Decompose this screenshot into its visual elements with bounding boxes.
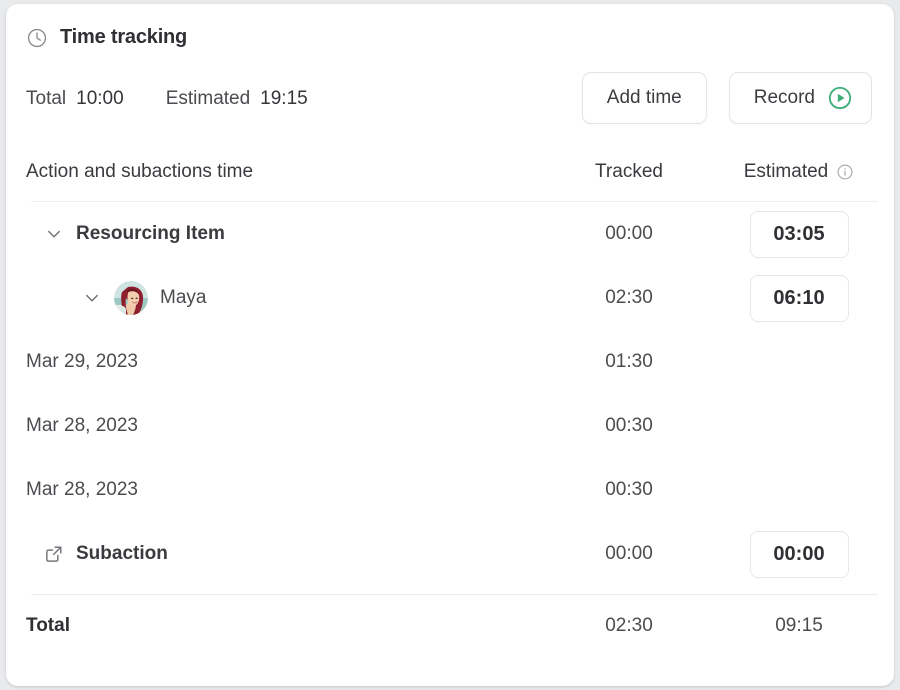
row-tracked-value: 02:30 bbox=[605, 287, 653, 308]
row-estimated-cell: 03:05 bbox=[704, 210, 894, 258]
row-label: Mar 29, 2023 bbox=[26, 351, 138, 372]
row-action-cell: Resourcing Item bbox=[26, 223, 554, 245]
external-link-icon[interactable] bbox=[43, 543, 65, 565]
summary-line: Total 10:00 Estimated 19:15 bbox=[26, 88, 308, 110]
table-row[interactable]: Subaction 00:00 00:00 bbox=[6, 522, 894, 586]
row-label: Maya bbox=[160, 287, 207, 308]
row-action-cell: Mar 28, 2023 bbox=[26, 415, 554, 437]
page-title: Time tracking bbox=[60, 26, 188, 48]
add-time-button[interactable]: Add time bbox=[581, 72, 707, 124]
table-row[interactable]: Mar 29, 2023 01:30 bbox=[6, 330, 894, 394]
info-icon[interactable] bbox=[836, 163, 854, 181]
avatar bbox=[114, 281, 148, 315]
column-header-tracked: Tracked bbox=[595, 161, 663, 182]
chevron-down-icon[interactable] bbox=[81, 287, 103, 309]
row-label: Resourcing Item bbox=[76, 223, 225, 244]
summary-estimated-value: 19:15 bbox=[260, 88, 308, 109]
total-row: Total 02:30 09:15 bbox=[6, 595, 894, 657]
add-time-label: Add time bbox=[606, 87, 682, 108]
column-header-action: Action and subactions time bbox=[26, 161, 254, 182]
table-row[interactable]: Mar 28, 2023 00:30 bbox=[6, 394, 894, 458]
row-estimated-cell: 00:00 bbox=[704, 530, 894, 578]
row-label: Mar 28, 2023 bbox=[26, 415, 138, 436]
row-tracked-value: 01:30 bbox=[605, 351, 653, 372]
record-button[interactable]: Record bbox=[728, 72, 872, 124]
table-row[interactable]: Resourcing Item 00:00 03:05 bbox=[6, 202, 894, 266]
record-label: Record bbox=[753, 87, 815, 108]
time-entries-table: Action and subactions time Tracked Estim… bbox=[6, 152, 894, 657]
table-row[interactable]: Mar 28, 2023 00:30 bbox=[6, 458, 894, 522]
summary-total-label: Total bbox=[26, 88, 67, 109]
estimated-input[interactable]: 00:00 bbox=[749, 530, 849, 578]
estimated-input[interactable]: 06:10 bbox=[749, 274, 849, 322]
row-label: Mar 28, 2023 bbox=[26, 479, 138, 500]
total-estimated-value: 09:15 bbox=[775, 615, 823, 636]
row-tracked-value: 00:00 bbox=[605, 543, 653, 564]
row-action-cell: Mar 28, 2023 bbox=[26, 479, 554, 501]
column-header-estimated: Estimated bbox=[704, 161, 894, 183]
row-action-cell: Mar 29, 2023 bbox=[26, 351, 554, 373]
row-tracked-value: 00:30 bbox=[605, 479, 653, 500]
total-tracked-value: 02:30 bbox=[605, 615, 653, 636]
total-label: Total bbox=[26, 615, 70, 636]
chevron-down-icon[interactable] bbox=[43, 223, 65, 245]
column-header-estimated-label: Estimated bbox=[743, 161, 829, 182]
row-estimated-cell: 06:10 bbox=[704, 274, 894, 322]
row-tracked-value: 00:30 bbox=[605, 415, 653, 436]
row-label: Subaction bbox=[76, 543, 168, 564]
circle-play-icon bbox=[827, 85, 853, 111]
summary-estimated-label: Estimated bbox=[165, 88, 251, 109]
estimated-input[interactable]: 03:05 bbox=[749, 210, 849, 258]
clock-icon bbox=[26, 27, 48, 49]
row-action-cell: Subaction bbox=[26, 543, 554, 565]
panel-header: Time tracking bbox=[26, 26, 187, 49]
table-row[interactable]: Maya 02:30 06:10 bbox=[6, 266, 894, 330]
header-actions: Add time Record bbox=[581, 72, 872, 124]
row-action-cell: Maya bbox=[26, 281, 554, 315]
summary-total-value: 10:00 bbox=[76, 88, 124, 109]
time-tracking-card: Time tracking Total 10:00 Estimated 19:1… bbox=[6, 4, 894, 686]
table-header-row: Action and subactions time Tracked Estim… bbox=[6, 152, 894, 192]
row-tracked-value: 00:00 bbox=[605, 223, 653, 244]
